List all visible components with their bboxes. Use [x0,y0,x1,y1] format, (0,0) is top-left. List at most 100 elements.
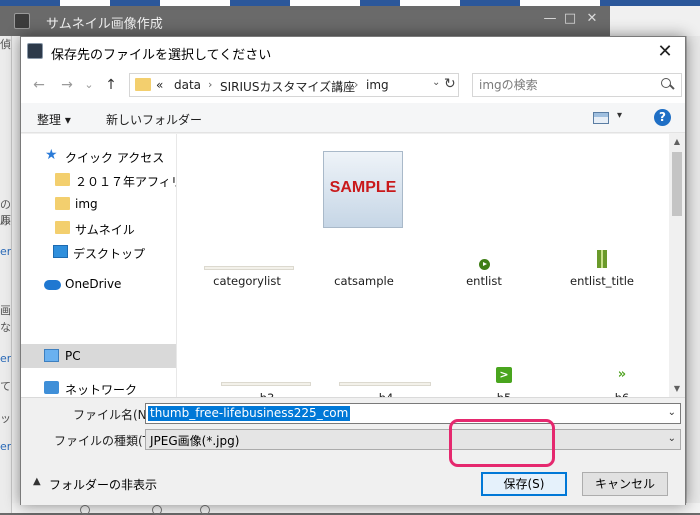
radio-button[interactable] [152,505,162,515]
fragment: er [0,352,12,365]
sample-thumbnail-text: SAMPLE [329,179,397,196]
thumbnail [221,382,311,386]
network-icon [44,381,59,394]
cloud-icon [44,280,61,290]
radio-button[interactable] [80,505,90,515]
fragment: er [0,245,12,258]
help-icon[interactable]: ? [654,109,671,126]
fragment: 画 [0,304,11,317]
background-titlebar: サムネイル画像作成 — □ ✕ [0,6,610,36]
file-item-h5[interactable]: > h5 [449,304,559,397]
radio-button[interactable] [200,505,210,515]
sidebar-item-quick-access[interactable]: ★ クイック アクセス [21,144,176,168]
dialog-close-button[interactable]: ✕ [651,39,679,65]
file-item-entlist-title[interactable]: entlist_title [547,134,657,294]
navigation-bar: ← → ⌄ ↑ « data › SIRIUSカスタマイズ講座 › img ⌄ … [21,67,685,103]
file-list-area: categorylist catsample SAMPLE entlist en… [177,134,669,397]
filetype-value: JPEG画像(*.jpg) [150,434,240,448]
forward-arrow-icon[interactable]: → [57,75,77,95]
file-item-h6[interactable]: » h6 [567,304,669,398]
chevron-down-icon[interactable]: ⌄ [668,433,676,444]
breadcrumb-img[interactable]: img [366,78,389,92]
navigation-pane: ★ クイック アクセス ２０１７年アフィリエイ img サムネイル デスクトップ… [21,134,176,397]
chevron-up-icon: ▲ [33,476,41,487]
filename-field[interactable]: thumb_free-lifebusiness225_com ⌄ [145,403,681,424]
command-toolbar: 整理 ▾ 新しいフォルダー ▾ ? [21,103,685,133]
filename-input-value[interactable]: thumb_free-lifebusiness225_com [148,406,351,421]
breadcrumb-overflow[interactable]: « [156,78,163,92]
back-arrow-icon[interactable]: ← [29,75,49,95]
save-file-dialog: 保存先のファイルを選択してください ✕ ← → ⌄ ↑ « data › SIR… [20,36,686,505]
save-form-area: ファイル名(N): thumb_free-lifebusiness225_com… [21,397,685,505]
sidebar-item-label: img [75,197,98,211]
up-folder-icon[interactable]: ↑ [101,75,121,95]
sidebar-item-desktop[interactable]: デスクトップ [21,240,176,264]
file-item-h3[interactable]: h3 [212,304,322,397]
fragment: ル [0,214,11,227]
breadcrumb-separator[interactable]: › [354,78,358,91]
fragment: な [0,321,11,334]
hide-folders-label: フォルダーの非表示 [49,478,158,492]
filetype-select[interactable]: JPEG画像(*.jpg) ⌄ [145,429,681,450]
chevron-down-icon[interactable]: ⌄ [668,407,676,418]
cancel-button[interactable]: キャンセル [582,472,668,496]
background-close-button[interactable]: ✕ [582,11,602,29]
thumbnail [204,266,294,270]
fragment: ッ [0,412,11,425]
sidebar-item-label: クイック アクセス [65,151,165,165]
background-left-content: 偵 の原 ル er 画 な er て ッ er [0,36,12,513]
scrollbar-thumb[interactable] [672,152,682,216]
save-button[interactable]: 保存(S) [481,472,567,496]
view-options-icon[interactable] [593,112,609,124]
sidebar-item-2017-affiliate[interactable]: ２０１７年アフィリエイ [21,168,176,192]
scroll-down-icon[interactable]: ▼ [669,381,685,397]
folder-icon [135,78,151,91]
view-dropdown-icon[interactable]: ▾ [617,110,622,121]
sidebar-item-label: デスクトップ [73,247,146,261]
breadcrumb-separator[interactable]: › [208,78,212,91]
file-name: entlist_title [570,274,634,288]
file-list-scrollbar[interactable]: ▲ ▼ [669,134,685,397]
search-icon[interactable] [661,77,675,93]
star-icon: ★ [45,147,58,163]
new-folder-button[interactable]: 新しいフォルダー [106,111,202,128]
file-name: entlist [466,274,502,288]
breadcrumb-data[interactable]: data [174,78,201,92]
search-box[interactable] [472,73,682,97]
folder-icon [55,197,70,210]
background-right-edge [686,36,700,513]
sidebar-item-label: ネットワーク [65,383,138,397]
breadcrumb-sirius[interactable]: SIRIUSカスタマイズ講座 [220,78,355,95]
dialog-title: 保存先のファイルを選択してください [51,48,272,63]
sidebar-item-label: OneDrive [65,277,122,291]
dialog-app-icon [27,43,43,59]
address-dropdown-icon[interactable]: ⌄ [432,77,440,88]
file-item-h4[interactable]: h4 [331,304,441,397]
organize-button[interactable]: 整理 ▾ [37,111,71,128]
sidebar-item-img[interactable]: img [21,192,176,216]
fragment: er [0,440,12,453]
sidebar-item-thumbnail[interactable]: サムネイル [21,216,176,240]
recent-locations-dropdown[interactable]: ⌄ [79,75,99,95]
file-item-categorylist[interactable]: categorylist [192,134,302,294]
sidebar-item-label: PC [65,349,81,363]
save-button-highlight [449,419,555,467]
sidebar-item-pc[interactable]: PC [21,344,176,368]
minimize-button[interactable]: — [540,11,560,29]
address-bar[interactable]: « data › SIRIUSカスタマイズ講座 › img ⌄ ↻ [129,73,459,97]
refresh-icon[interactable]: ↻ [444,76,456,92]
sidebar-item-network[interactable]: ネットワーク [21,376,176,397]
pc-icon [44,349,59,362]
fragment: て [0,380,11,393]
folder-icon [55,173,70,186]
sidebar-item-label: サムネイル [75,223,135,237]
fragment: 偵 [0,38,11,51]
play-arrow-icon [479,259,490,270]
scroll-up-icon[interactable]: ▲ [669,134,685,150]
sidebar-item-onedrive[interactable]: OneDrive [21,272,176,296]
maximize-button[interactable]: □ [560,11,580,29]
file-name: catsample [334,274,394,288]
file-item-entlist[interactable]: entlist [429,134,539,294]
search-input[interactable] [479,77,654,93]
chevron-right-icon: > [496,367,512,383]
